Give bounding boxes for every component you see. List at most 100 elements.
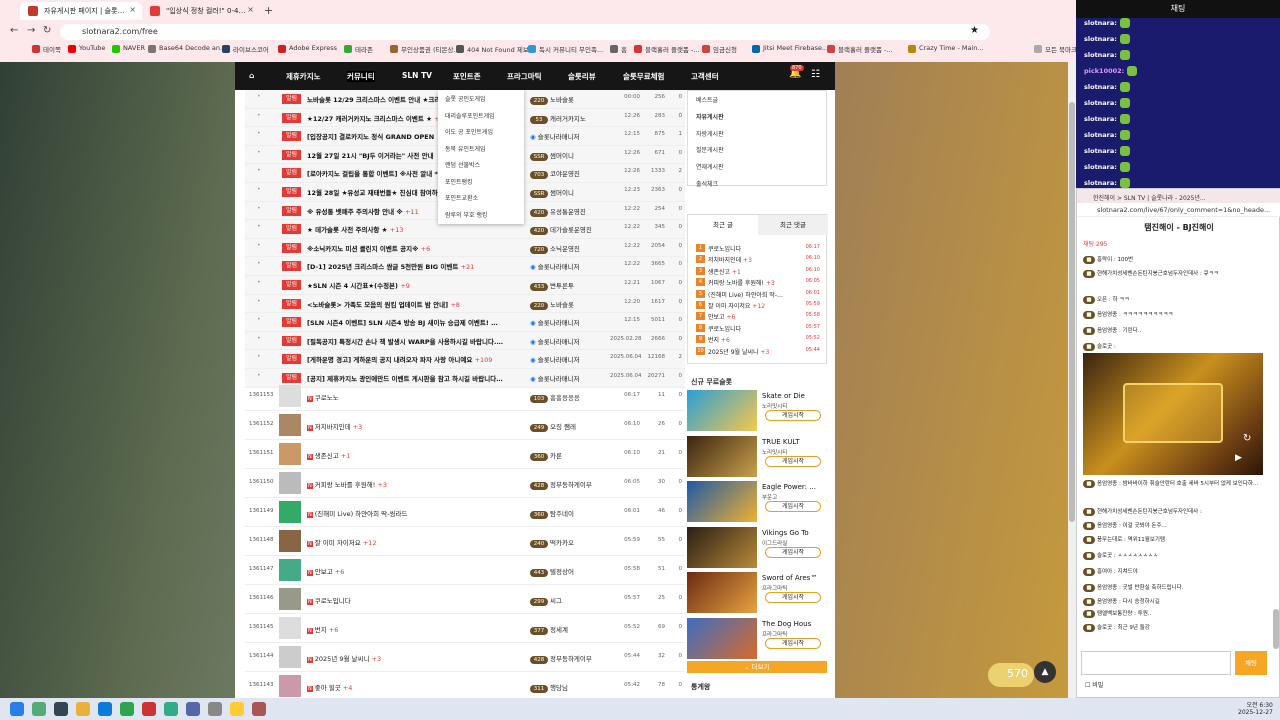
recent-item[interactable]: 10 2025년 9월 날씨니 +3 05:44 <box>696 346 820 356</box>
nav-item[interactable]: 커뮤니티 <box>347 71 375 82</box>
bookmark-item[interactable]: Crazy Time - Main... <box>908 44 984 56</box>
secret-toggle[interactable]: ☐ 비밀 <box>1085 680 1103 689</box>
author[interactable]: ◉ 슬롯나라매니저 <box>530 336 600 346</box>
post-row[interactable]: 1361149 N (진해미 Live) 하얀아희 딱-씽라드 360 탐주네이 06:… <box>245 498 685 527</box>
notice-row[interactable]: • 알림 [SLN 시즌4 이벤트] SLN 시즌4 방송 BJ 새이뉴 승급제 이… <box>245 313 685 332</box>
bookmark-star-icon[interactable]: ★ <box>970 25 979 36</box>
recent-item[interactable]: 4 커피랑 노바를 후원해! +3 06:05 <box>696 277 820 287</box>
post-thumbnail[interactable] <box>279 414 301 436</box>
author[interactable]: ◉ 슬롯나라매니저 <box>530 317 600 327</box>
play-button[interactable]: 게임시작 <box>765 592 821 604</box>
post-row[interactable]: 1361146 N 쿠로노입니다 299 씨그 05:57 25 0 <box>245 585 685 614</box>
bookmark-item[interactable]: 임금신청 <box>702 44 737 56</box>
author[interactable]: 220 노바슬롯 <box>530 94 600 105</box>
notice-title[interactable]: ★SLN 시즌 4 시간표★(수정본) +9 <box>307 280 503 290</box>
dropdown-item[interactable]: 이도 공 포인트게임 <box>445 127 493 136</box>
sidebar-link[interactable]: 베스트글 <box>696 95 718 104</box>
post-row[interactable]: 1361143 N 좋아 힐굿 +4 311 행당님 05:42 78 0 <box>245 672 685 698</box>
nav-item[interactable]: 슬롯리뷰 <box>568 71 596 82</box>
author[interactable]: 428 정부동하게이부 <box>530 653 605 664</box>
play-button[interactable]: 게임시작 <box>765 410 821 421</box>
tab-free-board[interactable]: 자유게시판 페이지 | 슬롯나라 × <box>20 2 142 20</box>
tab-news[interactable]: "입상식 정창 컬러!" 0-4 중계이... × <box>142 2 260 20</box>
post-title[interactable]: N 커피랑 노바를 후원해! +3 <box>307 479 517 489</box>
post-title[interactable]: N 저치바지인데 +3 <box>307 421 517 431</box>
author[interactable]: 428 정부동하게이부 <box>530 479 605 490</box>
post-row[interactable]: 1361151 N 생존신고 +1 360 카룬 06:10 21 0 <box>245 440 685 469</box>
author[interactable]: 360 카룬 <box>530 450 605 461</box>
search-icon[interactable] <box>32 702 46 716</box>
game-thumbnail[interactable] <box>687 481 757 523</box>
play-button[interactable]: 게임시작 <box>765 501 821 513</box>
dropdown-item[interactable]: 동북 유인트게임 <box>445 144 486 153</box>
author[interactable]: 103 흥흥응응응 <box>530 392 605 403</box>
recent-item[interactable]: 5 (진해미 Live) 하얀아희 딱-씽라드 06:01 <box>696 289 820 299</box>
address-bar[interactable]: slotnara2.com/free <box>60 24 990 40</box>
author[interactable]: 377 정세계 <box>530 624 605 635</box>
bookmark-item[interactable]: YouTube <box>68 44 105 56</box>
play-button[interactable]: 게임시작 <box>765 455 821 467</box>
nav-item[interactable]: 슬롯무료체험 <box>623 71 664 82</box>
tab-recent-posts[interactable]: 최근 글 <box>688 215 758 235</box>
notice-row[interactable]: • 알림 [게하운명 경고] 게하운의 공지 내려오자 파자 사랑 아니예요 +10… <box>245 350 685 369</box>
post-row[interactable]: 1361153 N 쿠로노노 103 흥흥응응응 06:17 11 0 <box>245 382 685 411</box>
game-thumbnail[interactable] <box>687 572 757 614</box>
more-button[interactable]: ⌄ 더보기 <box>687 661 827 673</box>
author[interactable]: ◉ 슬롯나라매니저 <box>530 131 600 141</box>
chrome-icon[interactable] <box>120 702 134 716</box>
sidebar-link[interactable]: 자유게시판 <box>696 112 724 121</box>
author[interactable]: 720 소닉운영진 <box>530 243 600 254</box>
post-thumbnail[interactable] <box>279 530 301 552</box>
game-thumbnail[interactable] <box>687 435 757 477</box>
author[interactable]: SSR 썸머이니 <box>530 150 600 161</box>
author[interactable]: ◉ 슬롯나라매니저 <box>530 354 600 364</box>
popup-scrollbar[interactable] <box>1273 609 1279 649</box>
author[interactable]: ◉ 슬롯나라매니저 <box>530 261 600 271</box>
bookmark-item[interactable]: 블랙홀러 플랫폼 -... <box>827 44 893 56</box>
post-title[interactable]: N 생존신고 +1 <box>307 450 517 460</box>
play-icon[interactable]: ▶ <box>1235 453 1242 463</box>
chat-input[interactable] <box>1081 651 1231 675</box>
recent-item[interactable]: 7 안보고 +6 05:58 <box>696 311 820 321</box>
back-icon[interactable]: ← <box>10 25 18 36</box>
game-card[interactable]: Eagle Power: ... 부운고 게임시작 <box>687 481 827 523</box>
bookmark-item[interactable]: 테라존 <box>344 44 373 56</box>
replay-icon[interactable]: ↻ <box>1243 433 1251 444</box>
author[interactable]: SSR 썸머이니 <box>530 187 600 198</box>
page-scrollbar[interactable] <box>1068 62 1076 698</box>
close-icon[interactable]: × <box>247 5 254 14</box>
notice-row[interactable]: • 알림 [필독공지] 특정시간 손나 잭 발생시 WARP을 사용하시길 바랍니다… <box>245 331 685 351</box>
notice-title[interactable]: <노바슬롯> 가족도 모음의 원킴 업데이트 밤 안내] +8 <box>307 299 503 309</box>
game-card[interactable]: Skate or Die 노리밋시티 게임시작 <box>687 390 827 431</box>
edge-icon[interactable] <box>98 702 112 716</box>
sidebar-link[interactable]: 질문게시판 <box>696 145 724 154</box>
game-card[interactable]: Sword of Ares™ 프라그마틱 게임시작 <box>687 572 827 614</box>
post-title[interactable]: N잘 이미 자이저요 +12 <box>307 537 517 547</box>
nav-item[interactable]: 제휴카지노 <box>286 71 321 82</box>
windows-start-icon[interactable] <box>10 702 24 716</box>
post-row[interactable]: 1361144 N 2025년 9월 날씨니 +3 428 정부동하게이부 05:44 32… <box>245 643 685 672</box>
recent-item[interactable]: 2 저치바지인데 +3 06:10 <box>696 254 820 264</box>
bookmark-item[interactable]: Jitsi Meet Firebase... <box>752 44 828 56</box>
nav-item[interactable]: 포인트존 <box>453 71 481 82</box>
close-icon[interactable]: × <box>129 5 136 14</box>
notice-title[interactable]: ※소닉카지노 미션 클린지 이벤트 공지※ +6 <box>307 243 503 253</box>
new-tab-icon[interactable]: + <box>264 4 273 17</box>
dropdown-item[interactable]: 포인트랭킹 <box>445 177 473 186</box>
bookmark-item[interactable]: 테이쪽 <box>32 44 61 56</box>
post-row[interactable]: 1361152 N 저치바지인데 +3 249 오징 쨈레 06:10 26 0 <box>245 411 685 440</box>
bookmark-item[interactable]: Base64 Decode an... <box>148 44 226 56</box>
post-row[interactable]: 1361147 N 안보고 +6 443 텔정상어 05:58 51 0 <box>245 556 685 585</box>
author[interactable]: 53 캐러거카지노 <box>530 113 600 124</box>
send-button[interactable]: 채팅 <box>1235 651 1267 675</box>
bookmark-item[interactable]: 블랙홀러 플랫폼 -... <box>634 44 700 56</box>
stream-video[interactable]: ↻ ▶ <box>1083 353 1263 475</box>
recent-item[interactable]: 3 생존신고 +1 06:10 <box>696 266 820 276</box>
game-thumbnail[interactable] <box>687 526 757 568</box>
game-thumbnail[interactable] <box>687 618 757 659</box>
notice-title[interactable]: ★ 데가슬롯 사전 주의사항 ★ +13 <box>307 224 503 234</box>
post-thumbnail[interactable] <box>279 588 301 610</box>
notice-title[interactable]: [D-1] 2025년 크리스마스 쌈글 5천만원 BIG 이벤트 +21 <box>307 261 503 271</box>
post-title[interactable]: N 쿠로노입니다 <box>307 595 517 605</box>
post-thumbnail[interactable] <box>279 675 301 697</box>
